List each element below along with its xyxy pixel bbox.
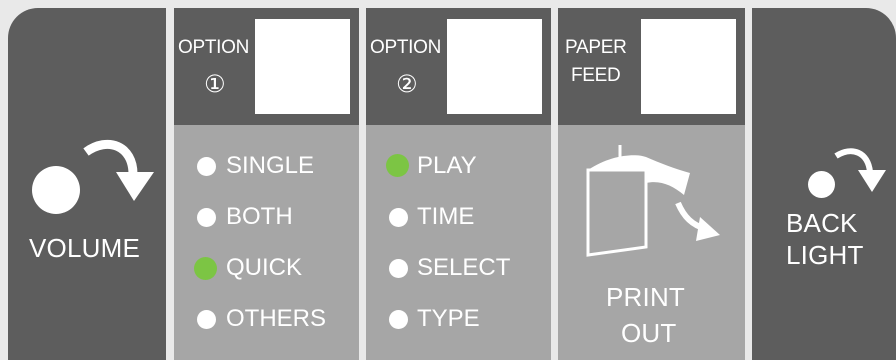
option2-type-indicator xyxy=(389,310,408,329)
paper-feed-button[interactable] xyxy=(641,19,736,114)
option2-play-label: PLAY xyxy=(417,152,477,179)
option1-number: ① xyxy=(204,71,226,98)
print-out-line2: OUT xyxy=(621,318,677,348)
back-light-line2: LIGHT xyxy=(786,240,864,270)
back-light-indicator-icon xyxy=(808,171,835,198)
paper-feed-header: PAPER FEED xyxy=(558,8,745,125)
option1-single-indicator xyxy=(197,157,216,176)
option1-title: OPTION xyxy=(178,37,250,58)
option1-both-label: BOTH xyxy=(226,203,293,230)
print-out-line1: PRINT xyxy=(606,282,685,312)
option1-header: OPTION ① xyxy=(174,8,359,125)
curved-arrow-icon xyxy=(834,148,886,192)
option2-select-indicator xyxy=(389,259,408,278)
option2-title: OPTION xyxy=(370,37,442,58)
option1-others-label: OTHERS xyxy=(226,305,327,332)
option2-header: OPTION ② xyxy=(366,8,551,125)
option2-time-indicator xyxy=(389,208,408,227)
option2-select-label: SELECT xyxy=(417,254,511,281)
option2-number: ② xyxy=(396,71,418,98)
back-light-line1: BACK xyxy=(786,208,858,238)
print-out-button[interactable]: PRINT OUT xyxy=(558,125,745,360)
option1-list: SINGLE BOTH QUICK OTHERS xyxy=(174,125,359,360)
option1-quick-label: QUICK xyxy=(226,254,303,281)
volume-button[interactable]: VOLUME xyxy=(8,8,166,360)
option1-others-indicator xyxy=(197,310,216,329)
option1-both-indicator xyxy=(197,208,216,227)
printer-paper-icon xyxy=(586,145,720,257)
volume-indicator-icon xyxy=(32,166,80,214)
volume-label: VOLUME xyxy=(29,233,141,263)
back-light-button[interactable]: BACK LIGHT xyxy=(752,8,896,360)
option2-type-label: TYPE xyxy=(417,305,480,332)
control-panel: VOLUME OPTION ① SINGLE BOTH QUICK OTHERS… xyxy=(0,0,896,360)
option1-single-label: SINGLE xyxy=(226,152,315,179)
paper-feed-line2: FEED xyxy=(571,65,621,86)
option2-time-label: TIME xyxy=(417,203,475,230)
option1-button[interactable] xyxy=(255,19,350,114)
option2-button[interactable] xyxy=(447,19,542,114)
curved-arrow-icon xyxy=(83,139,154,201)
option2-play-indicator xyxy=(386,154,409,177)
paper-feed-line1: PAPER xyxy=(565,37,627,58)
option1-quick-indicator xyxy=(194,257,217,280)
option2-list: PLAY TIME SELECT TYPE xyxy=(366,125,551,360)
